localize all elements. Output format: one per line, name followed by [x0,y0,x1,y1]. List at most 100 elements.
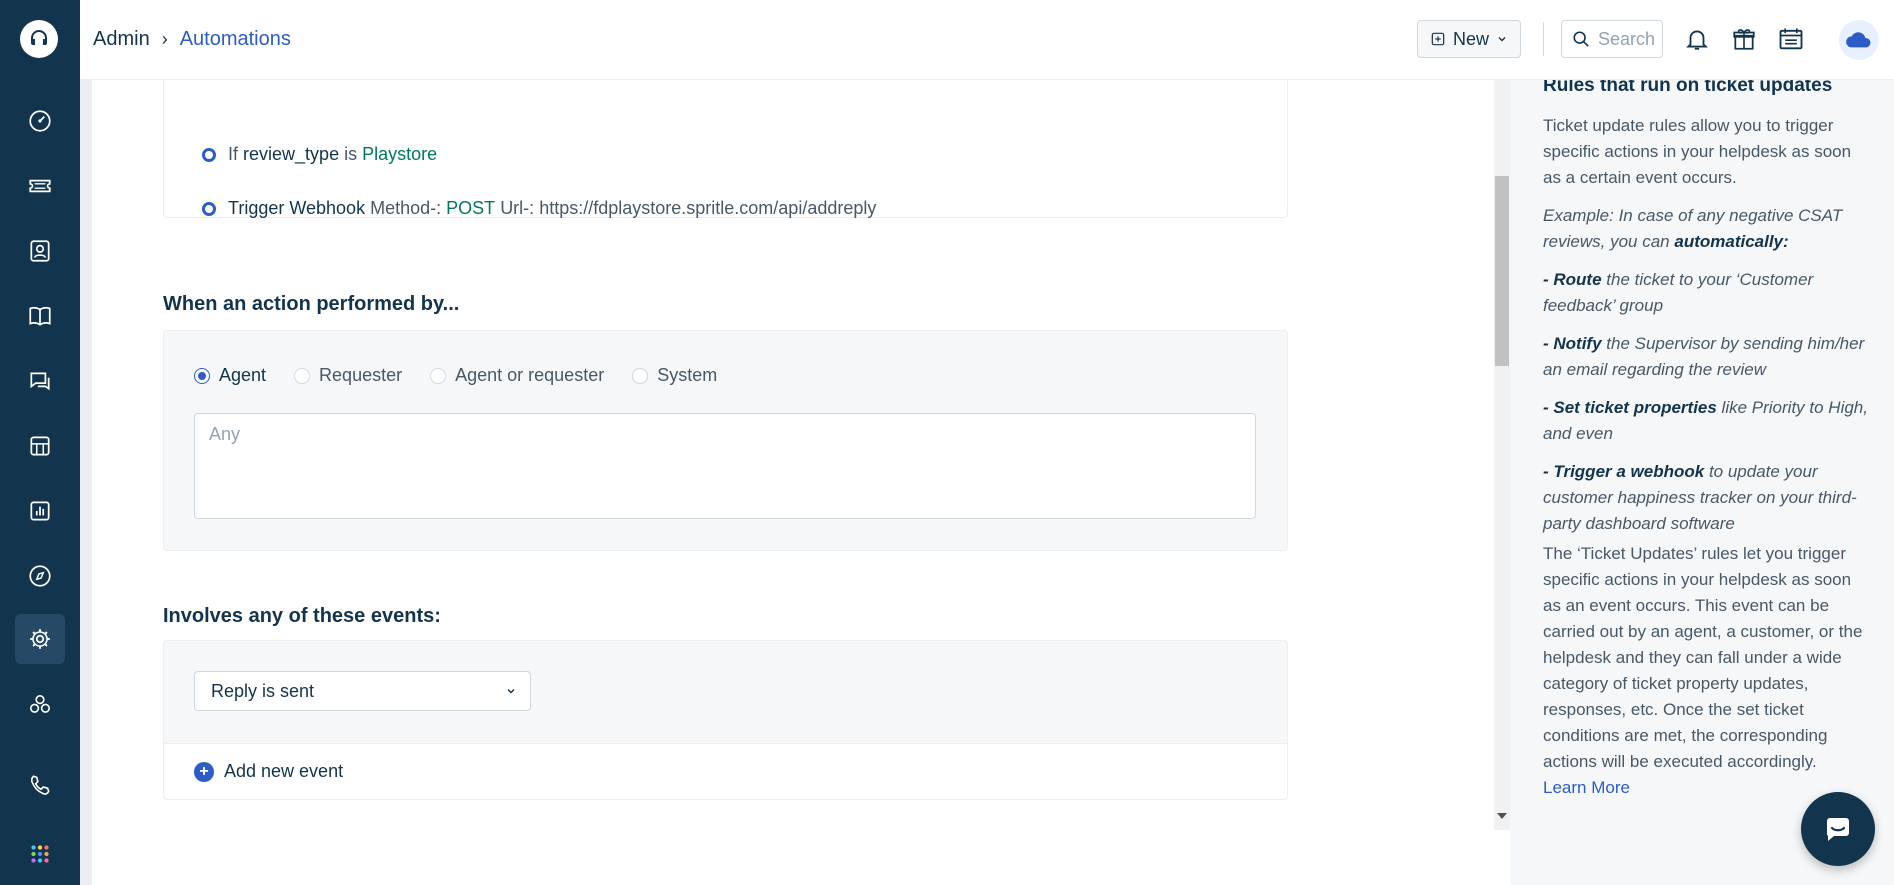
reports-icon [30,501,50,521]
search-input[interactable]: Search [1561,20,1663,58]
main-content: If review_type is Playstore Trigger Webh… [80,80,1494,885]
performed-by-radio-group: Agent Requester Agent or requester Syste… [194,365,745,386]
help-bullet-bold: - Route [1543,270,1602,289]
sidebar-item-apps[interactable] [15,829,65,879]
help-description: The ‘Ticket Updates’ rules let you trigg… [1543,544,1863,771]
help-example-bold: automatically: [1674,232,1789,251]
content-left-gutter [80,80,92,885]
sidebar-item-dashboard[interactable] [15,96,65,146]
whats-new-button[interactable] [1727,22,1761,56]
radio-requester-label: Requester [319,365,403,385]
apps-grid-icon [31,845,49,863]
webhook-method: POST [446,198,496,218]
plus-circle-icon: + [194,761,214,782]
radio-agent[interactable]: Agent [194,365,266,386]
sidebar-item-phone[interactable] [15,761,65,811]
learn-more-link[interactable]: Learn More [1543,778,1630,797]
sidebar-item-explore[interactable] [15,551,65,601]
help-bullet-set-properties: - Set ticket properties like Priority to… [1543,395,1868,447]
chat-widget-button[interactable] [1801,792,1875,866]
help-intro: Ticket update rules allow you to trigger… [1543,116,1852,187]
action-webhook-row: Trigger Webhook Method-: POST Url-: http… [202,198,876,219]
chevron-down-icon [507,689,515,694]
contacts-icon [30,240,50,262]
sidebar-item-solutions[interactable] [15,291,65,341]
chat-bubble-icon [1826,818,1849,841]
sidebar-item-tickets[interactable] [15,161,65,211]
radio-dot [194,367,210,384]
radio-agent-or-requester[interactable]: Agent or requester [430,365,604,386]
radio-dot [294,367,311,384]
add-new-event-label: Add new event [224,761,344,781]
help-bullet-notify: - Notify the Supervisor by sending him/h… [1543,331,1868,383]
scrollbar-thumb[interactable] [1495,176,1509,366]
condition-field: review_type [243,144,340,164]
chevron-right-icon: › [161,29,168,49]
webhook-method-label: Method-: [370,198,442,218]
performed-by-card: Agent Requester Agent or requester Syste… [163,330,1288,551]
bullet-ring-icon [202,147,216,162]
breadcrumb-admin-link[interactable]: Admin [93,28,150,51]
freddy-hexagons-icon [29,694,51,713]
solutions-book-icon [29,306,51,326]
calendar-button[interactable] [1774,22,1808,56]
radio-requester[interactable]: Requester [294,365,402,386]
help-bullet-bold: - Set ticket properties [1543,398,1717,417]
condition-operator: is [344,144,358,164]
event-select[interactable]: Reply is sent [194,671,531,711]
gear-icon [30,629,50,649]
bell-icon [1686,30,1708,50]
help-bullet-bold: - Trigger a webhook [1543,462,1705,481]
sidebar-item-forums[interactable] [15,356,65,406]
freshdesk-logo-icon[interactable] [20,20,58,58]
sidebar-item-contacts[interactable] [15,226,65,276]
calendar-icon [1779,28,1803,50]
event-select-value: Reply is sent [211,680,315,701]
add-new-event-button[interactable]: + Add new event [164,743,1287,799]
actions-summary-card: If review_type is Playstore Trigger Webh… [163,80,1288,218]
breadcrumb: Admin › Automations [93,28,291,51]
webhook-url-label: Url-: [500,198,535,218]
webhook-label: Trigger Webhook [228,198,366,218]
action-condition-row: If review_type is Playstore [202,144,437,165]
search-icon [1573,31,1589,47]
help-bullet-webhook: - Trigger a webhook to update your custo… [1543,459,1868,537]
sidebar-item-groups[interactable] [15,421,65,471]
condition-value: Playstore [362,144,438,164]
plus-square-icon [1431,32,1445,46]
main-scrollbar[interactable] [1494,80,1510,830]
radio-system[interactable]: System [632,365,717,386]
sidebar-item-admin[interactable] [15,614,65,664]
dashboard-icon [29,110,51,132]
help-bullet-bold: - Notify [1543,334,1602,353]
notifications-button[interactable] [1680,22,1714,56]
help-example: Example: In case of any negative CSAT re… [1543,203,1868,255]
bullet-ring-icon [202,201,216,216]
help-panel-content: Rules that run on ticket updates Ticket … [1543,80,1868,801]
new-button[interactable]: New [1417,20,1521,58]
sidebar-item-freddy[interactable] [15,680,65,730]
avatar[interactable] [1839,20,1879,60]
cloud-avatar-icon [1846,32,1871,48]
sidebar-item-reports[interactable] [15,486,65,536]
webhook-url: https://fdplaystore.spritle.com/api/addr… [539,198,877,218]
scroll-down-arrow-icon[interactable] [1497,813,1507,819]
headset-icon [31,30,47,45]
help-bullet-route: - Route the ticket to your ‘Customer fee… [1543,267,1868,319]
agent-select-placeholder: Any [209,424,241,444]
radio-dot [632,367,649,384]
performed-by-title: When an action performed by... [163,293,460,315]
help-panel-title: Rules that run on ticket updates [1543,80,1833,96]
condition-prefix: If [228,144,239,164]
gift-icon [1733,29,1755,50]
agent-select-input[interactable]: Any [194,413,1256,519]
breadcrumb-automations-link[interactable]: Automations [180,28,291,51]
events-title: Involves any of these events: [163,605,441,627]
tickets-icon [29,179,51,193]
top-header: Admin › Automations New Search [80,0,1894,80]
groups-icon [30,436,50,456]
radio-agent-or-requester-label: Agent or requester [455,365,605,385]
forums-icon [30,372,50,391]
new-button-label: New [1452,28,1489,49]
chevron-down-icon [1498,37,1506,42]
